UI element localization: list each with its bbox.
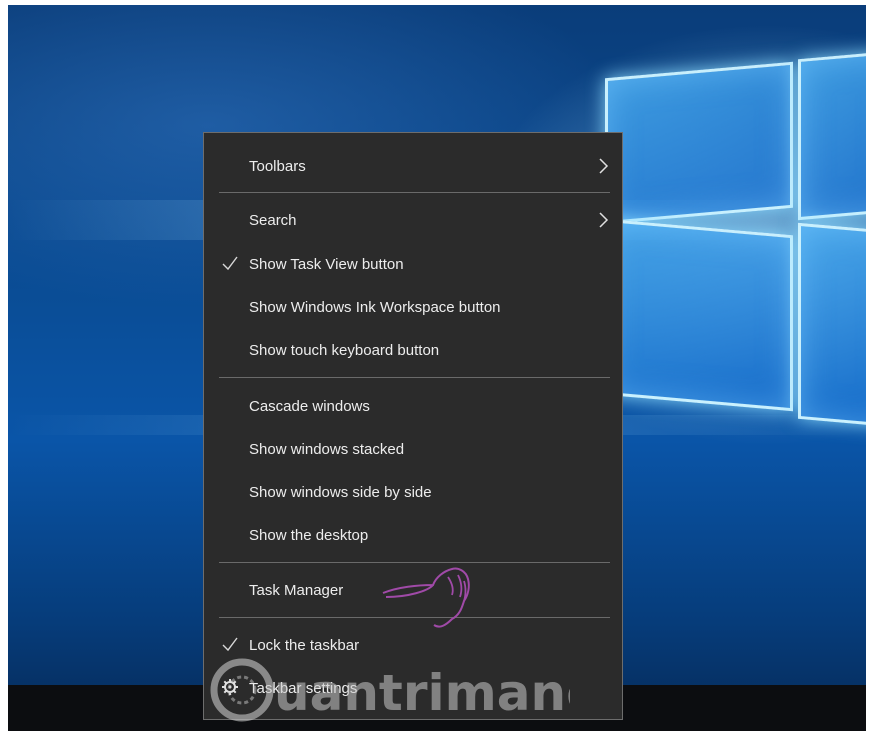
menu-item-cascade-windows[interactable]: Cascade windows xyxy=(204,386,622,426)
menu-item-label: Show the desktop xyxy=(249,526,369,544)
windows-logo-pane xyxy=(798,50,866,221)
menu-item-label: Show Windows Ink Workspace button xyxy=(249,298,501,316)
menu-item-search[interactable]: Search xyxy=(204,200,622,240)
menu-separator xyxy=(219,192,610,193)
menu-item-label: Show windows side by side xyxy=(249,483,432,501)
hand-pointer-icon xyxy=(382,567,470,628)
menu-item-show-the-desktop[interactable]: Show the desktop xyxy=(204,515,622,555)
menu-separator xyxy=(219,377,610,378)
menu-item-label: Show windows stacked xyxy=(249,440,405,458)
menu-item-label: Toolbars xyxy=(249,157,306,175)
menu-item-show-task-view-button[interactable]: Show Task View button xyxy=(204,244,622,284)
windows-logo-pane xyxy=(605,61,793,225)
menu-item-show-windows-side-by-side[interactable]: Show windows side by side xyxy=(204,472,622,512)
menu-item-label: Cascade windows xyxy=(249,397,370,415)
menu-item-label: Show Task View button xyxy=(249,255,404,273)
checkmark-icon xyxy=(222,637,238,652)
menu-item-toolbars[interactable]: Toolbars xyxy=(204,146,622,186)
checkmark-icon xyxy=(222,256,238,271)
chevron-right-icon xyxy=(599,212,609,228)
menu-item-label: Task Manager xyxy=(249,581,344,599)
windows-logo-pane xyxy=(605,218,793,412)
watermark-logo: uantrimang xyxy=(210,658,570,722)
menu-item-show-touch-keyboard-button[interactable]: Show touch keyboard button xyxy=(204,330,622,370)
menu-item-label: Lock the taskbar xyxy=(249,636,360,654)
watermark-text: uantrimang xyxy=(274,664,570,722)
chevron-right-icon xyxy=(599,158,609,174)
windows-logo-pane xyxy=(798,222,866,428)
menu-item-label: Search xyxy=(249,211,297,229)
menu-item-show-windows-stacked[interactable]: Show windows stacked xyxy=(204,429,622,469)
menu-item-label: Show touch keyboard button xyxy=(249,341,440,359)
menu-item-show-windows-ink-workspace-button[interactable]: Show Windows Ink Workspace button xyxy=(204,287,622,327)
